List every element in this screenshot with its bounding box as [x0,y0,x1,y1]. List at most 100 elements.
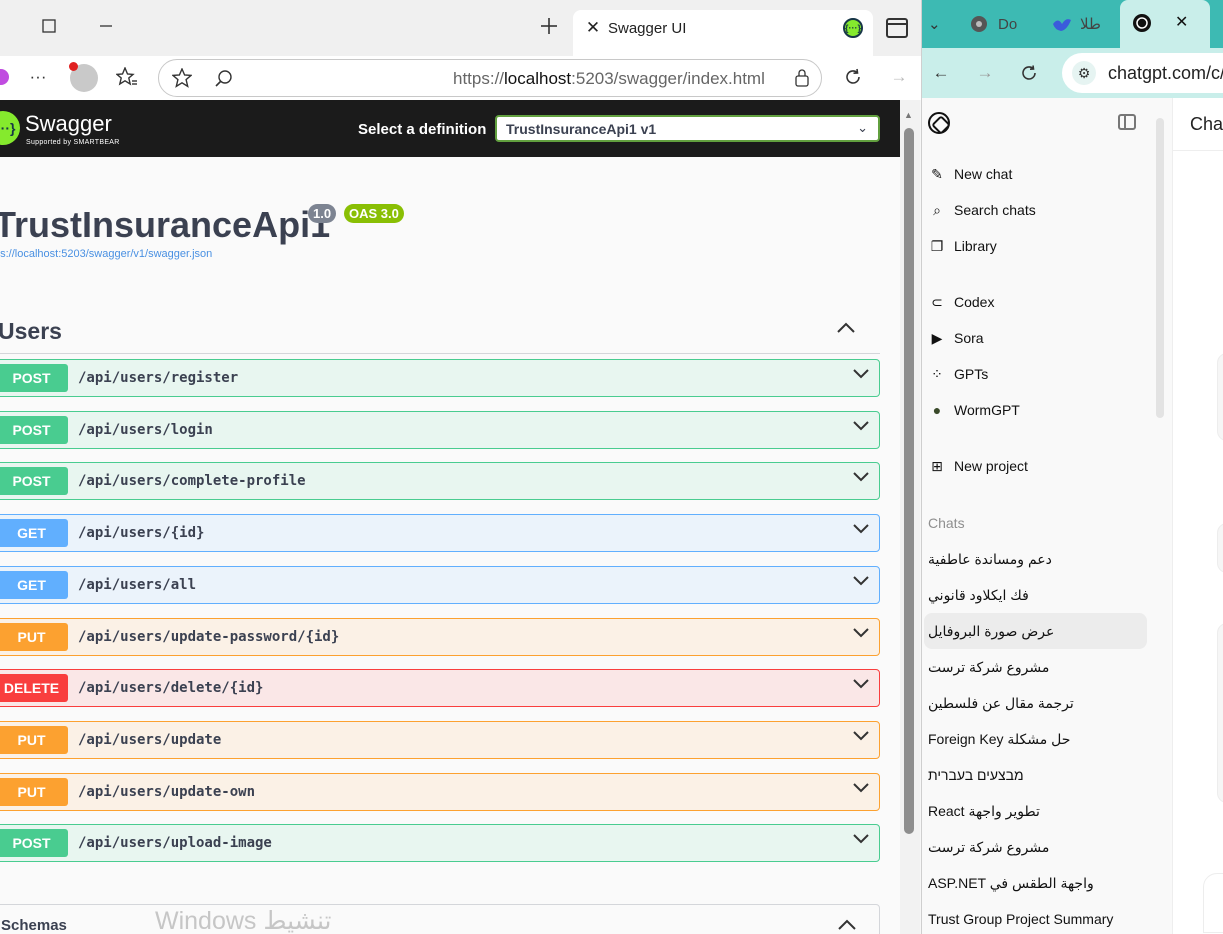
operation-path: /api/users/login [78,421,213,438]
operation-row[interactable]: POST/api/users/upload-image [0,824,880,863]
operation-row[interactable]: GET/api/users/all [0,565,880,604]
tab-close-icon[interactable]: ✕ [583,18,603,38]
operation-row[interactable]: GET/api/users/{id} [0,514,880,553]
favorite-star-icon[interactable] [169,65,195,91]
search-icon[interactable] [211,65,237,91]
method-badge: POST [0,829,68,858]
chat-history-item[interactable]: React تطوير واجهة [928,798,1040,824]
sidebar-item-search-chats[interactable]: ⌕ Search chats [928,197,1036,223]
select-definition-label: Select a definition [358,121,487,138]
spec-json-link[interactable]: ps://localhost:5203/swagger/v1/swagger.j… [0,248,212,260]
edit-icon: ✎ [931,165,943,182]
swagger-logo-icon[interactable]: {···} [0,111,20,145]
sidebar-item-gpts[interactable]: ⁘ GPTs [928,361,988,387]
chat-history-item[interactable]: مشروع شركة ترست [928,654,1049,680]
tab-close-icon[interactable]: ✕ [1175,12,1188,32]
chat-history-item[interactable]: عرض صورة البروفايل [928,618,1054,644]
tab-swagger-ui[interactable]: ✕ Swagger UI {···} [573,10,873,56]
method-badge: GET [0,570,68,599]
chat-history-item[interactable]: מבצעים בעברית [928,762,1024,788]
operation-row[interactable]: DELETE/api/users/delete/{id} [0,669,880,708]
sidebar-toggle-icon[interactable] [886,18,908,38]
sidebar-item-label: WormGPT [954,402,1020,418]
sidebar-item-wormgpt[interactable]: ● WormGPT [928,397,1020,423]
sidebar-item-library[interactable]: ❐ Library [928,233,997,259]
chat-history-item[interactable]: ASP.NET واجهة الطقس في [928,870,1094,896]
schemas-heading: Schemas [1,917,67,934]
refresh-icon[interactable] [1016,60,1042,86]
operation-row[interactable]: PUT/api/users/update-password/{id} [0,617,880,656]
sidebar-item-label: GPTs [954,366,989,382]
lock-icon[interactable] [789,65,815,91]
tab-arabic[interactable]: طلا [1052,8,1112,40]
minimize-window-button[interactable] [94,14,118,38]
sidebar-item-codex[interactable]: ⊂ Codex [928,289,994,315]
back-arrow-icon[interactable]: ← [928,60,954,86]
sidebar-item-new-project[interactable]: ⊞ New project [928,453,1028,479]
chat-history-item[interactable]: ترجمة مقال عن فلسطين [928,690,1074,716]
chevron-down-icon[interactable] [852,470,870,488]
profile-color-icon[interactable] [0,64,14,90]
sidebar-item-label: New project [954,458,1028,474]
chevron-up-icon[interactable] [836,318,856,338]
site-settings-icon[interactable]: ⚙ [1072,61,1096,85]
chat-history-item[interactable]: Trust Group Project Summary [928,906,1113,932]
tab-list-chevron-icon[interactable]: ⌄ [928,8,941,40]
chatgpt-logo-icon[interactable] [928,112,950,134]
operation-path: /api/users/upload-image [78,835,272,852]
operation-row[interactable]: PUT/api/users/update [0,720,880,759]
chat-history-item[interactable]: Foreign Key حل مشكلة [928,726,1070,752]
swagger-logo-text[interactable]: Swagger [25,111,112,137]
restore-window-button[interactable] [37,14,61,38]
right-tab-strip: ⌄ Do طلا ✕ [922,0,1223,48]
forward-arrow-icon[interactable]: → [972,60,998,86]
chevron-down-icon[interactable] [852,367,870,385]
sidebar-item-label: Sora [954,330,984,346]
chevron-down-icon[interactable] [852,574,870,592]
forward-arrow-icon[interactable]: → [886,64,912,90]
new-tab-button[interactable] [537,14,561,38]
sidebar-item-new-chat[interactable]: ✎ New chat [928,161,1012,187]
sidebar-item-label: New chat [954,166,1013,182]
schemas-section[interactable]: Schemas [0,904,880,934]
sidebar-item-sora[interactable]: ▶ Sora [928,325,984,351]
address-bar[interactable]: https://localhost:5203/swagger/index.htm… [158,59,822,97]
chevron-up-icon[interactable] [837,915,857,934]
chevron-down-icon[interactable] [852,677,870,695]
operation-path: /api/users/update-password/{id} [78,628,340,645]
avatar[interactable] [69,62,98,92]
more-options-icon[interactable]: ··· [25,64,51,90]
collapse-sidebar-icon[interactable] [1118,114,1136,130]
operation-path: /api/users/all [78,576,197,593]
operation-row[interactable]: POST/api/users/login [0,410,880,449]
chevron-down-icon[interactable] [852,626,870,644]
chat-history-item[interactable]: فك ايكلاود قانوني [928,582,1029,608]
chevron-down-icon[interactable] [852,781,870,799]
chevron-down-icon[interactable] [852,832,870,850]
operation-row[interactable]: PUT/api/users/update-own [0,772,880,811]
swagger-page: {···} Swagger Supported by SMARTBEAR Sel… [0,100,900,934]
operation-row[interactable]: POST/api/users/complete-profile [0,462,880,501]
chat-history-item[interactable]: مشروع شركة ترست [928,834,1049,860]
tag-users-heading[interactable]: Users [0,318,62,345]
sidebar-scrollbar[interactable] [1156,118,1164,418]
codex-icon: ⊂ [931,293,943,310]
chevron-down-icon[interactable] [852,729,870,747]
method-badge: PUT [0,725,68,754]
favorites-list-icon[interactable] [114,64,140,90]
chat-history-item[interactable]: دعم ومساندة عاطفية [928,546,1052,572]
operation-row[interactable]: POST/api/users/register [0,359,880,397]
minimize-icon [100,25,112,27]
page-scrollbar[interactable]: ▲ [900,100,920,934]
address-bar[interactable]: ⚙ chatgpt.com/c/ [1062,53,1223,93]
tab-chatgpt[interactable]: ✕ [1120,0,1210,48]
refresh-icon[interactable] [840,64,866,90]
tab-do[interactable]: Do [970,8,1040,40]
definition-select[interactable]: TrustInsuranceApi1 v1 ⌄ [495,115,880,142]
composer-input[interactable] [1203,873,1223,933]
scrollbar-thumb[interactable] [904,128,914,834]
chevron-down-icon[interactable] [852,419,870,437]
scroll-up-arrow-icon[interactable]: ▲ [904,110,913,120]
chevron-down-icon[interactable] [852,522,870,540]
library-icon: ❐ [930,237,944,254]
